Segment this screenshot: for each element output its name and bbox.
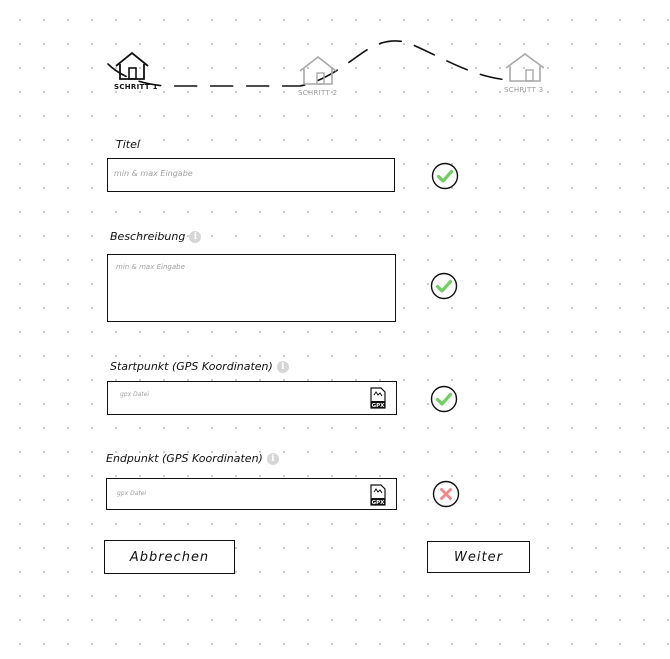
description-label: Beschreibung bbox=[110, 230, 186, 243]
house-icon-inactive bbox=[505, 53, 545, 82]
step-1-label: SCHRITT 1 bbox=[114, 83, 158, 91]
step-2-label: SCHRITT 2 bbox=[298, 89, 338, 97]
end-point-label: Endpunkt (GPS Koordinaten) bbox=[106, 452, 263, 465]
description-label-row: Beschreibung i bbox=[110, 230, 202, 243]
end-point-file-input[interactable]: gpx Datei GPX bbox=[106, 478, 397, 510]
gpx-icon-text: GPX bbox=[372, 403, 386, 409]
title-input[interactable]: min & max Eingabe bbox=[107, 158, 395, 192]
start-point-label-row: Startpunkt (GPS Koordinaten) i bbox=[110, 360, 289, 373]
info-icon[interactable]: i bbox=[276, 361, 289, 373]
house-icon-active bbox=[115, 51, 149, 80]
check-icon bbox=[430, 272, 458, 300]
step-2[interactable]: SCHRITT 2 bbox=[296, 55, 340, 99]
end-point-placeholder: gpx Datei bbox=[117, 490, 147, 497]
next-button[interactable]: Weiter bbox=[427, 541, 530, 573]
check-icon bbox=[431, 162, 459, 190]
gpx-icon-text: GPX bbox=[372, 500, 386, 506]
info-icon[interactable]: i bbox=[266, 453, 279, 465]
gpx-file-icon[interactable]: GPX bbox=[370, 484, 386, 506]
description-placeholder: min & max Eingabe bbox=[116, 263, 185, 271]
start-point-label: Startpunkt (GPS Koordinaten) bbox=[110, 360, 273, 373]
end-point-label-row: Endpunkt (GPS Koordinaten) i bbox=[106, 452, 279, 465]
cross-icon bbox=[432, 480, 460, 508]
title-placeholder: min & max Eingabe bbox=[114, 169, 193, 178]
start-point-placeholder: gpx Datei bbox=[120, 391, 150, 398]
step-3[interactable]: SCHRITT 3 bbox=[502, 52, 546, 96]
title-label: Titel bbox=[116, 138, 140, 151]
step-1[interactable]: SCHRITT 1 bbox=[110, 50, 157, 94]
gpx-file-icon[interactable]: GPX bbox=[370, 387, 386, 409]
description-textarea[interactable]: min & max Eingabe bbox=[107, 254, 396, 322]
check-icon bbox=[430, 385, 458, 413]
step-3-label: SCHRITT 3 bbox=[504, 86, 544, 94]
start-point-file-input[interactable]: gpx Datei GPX bbox=[107, 381, 397, 415]
info-icon[interactable]: i bbox=[189, 231, 202, 243]
cancel-button[interactable]: Abbrechen bbox=[104, 540, 235, 574]
house-icon-inactive bbox=[299, 55, 337, 85]
